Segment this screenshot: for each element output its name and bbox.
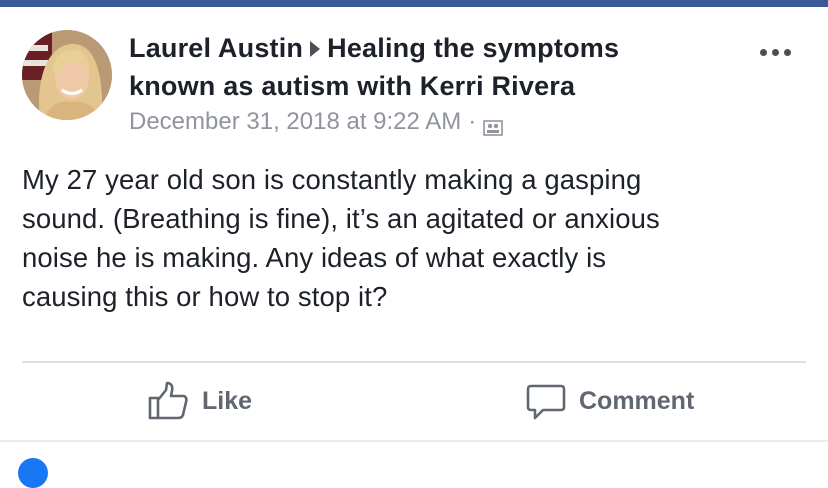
post-body-line: noise he is making. Any ideas of what ex… — [22, 242, 607, 273]
timestamp[interactable]: December 31, 2018 at 9:22 AM — [129, 107, 461, 137]
post-body-line: My 27 year old son is constantly making … — [22, 164, 642, 195]
caret-right-icon — [309, 31, 321, 68]
post-body: My 27 year old son is constantly making … — [22, 160, 812, 316]
avatar[interactable] — [22, 30, 112, 120]
post-header: Laurel Austin Healing the symptoms known … — [129, 30, 749, 105]
post-title-line-2: known as autism with Kerri Rivera — [129, 68, 749, 105]
meta-separator: · — [468, 108, 477, 135]
dot-icon — [760, 48, 767, 56]
like-label: Like — [202, 386, 253, 415]
dot-icon — [784, 48, 791, 56]
post-body-line: sound. (Breathing is fine), it’s an agit… — [22, 203, 660, 234]
divider — [0, 440, 828, 442]
thumbs-up-icon — [148, 380, 190, 422]
comment-icon — [525, 380, 567, 422]
group-name-part-2[interactable]: known as autism with Kerri Rivera — [129, 71, 575, 101]
top-bar — [0, 0, 828, 7]
dot-icon — [772, 48, 779, 56]
avatar-image — [22, 30, 112, 120]
post-title-line-1: Laurel Austin Healing the symptoms — [129, 30, 749, 68]
reaction-badge — [18, 458, 48, 488]
divider — [22, 361, 806, 363]
group-name-part-1[interactable]: Healing the symptoms — [327, 33, 619, 63]
comment-button[interactable]: Comment — [525, 380, 694, 422]
like-button[interactable]: Like — [148, 380, 252, 422]
comment-label: Comment — [579, 386, 695, 415]
group-icon — [483, 114, 504, 136]
author-name[interactable]: Laurel Austin — [129, 33, 303, 63]
post-meta: December 31, 2018 at 9:22 AM · — [129, 107, 504, 137]
more-options-button[interactable] — [760, 42, 800, 62]
post-body-line: causing this or how to stop it? — [22, 281, 388, 312]
